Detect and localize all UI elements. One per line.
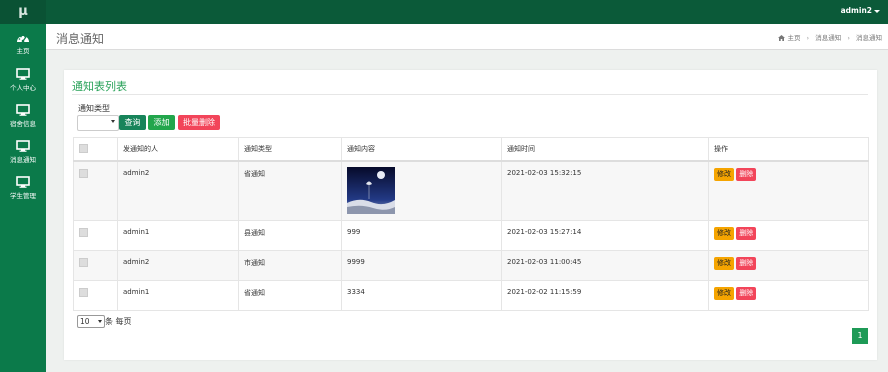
- monitor-icon: [16, 68, 30, 80]
- actions-cell: 修改 删除: [708, 160, 869, 221]
- page-button-current[interactable]: 1: [852, 328, 868, 344]
- breadcrumb-separator: ›: [806, 34, 810, 42]
- monitor-icon: [16, 104, 30, 116]
- column-header: 通知类型: [238, 137, 342, 162]
- chevron-down-icon: [111, 120, 115, 123]
- table-row: admin2 市通知 9999 2021-02-03 11:00:45 修改 删…: [73, 250, 869, 281]
- row-select-cell: [73, 220, 118, 251]
- delete-button[interactable]: 删除: [736, 168, 757, 181]
- time-cell: 2021-02-03 15:32:15: [501, 160, 709, 221]
- edit-button[interactable]: 修改: [714, 227, 734, 240]
- add-button[interactable]: 添加: [148, 115, 175, 130]
- monitor-icon: [16, 140, 30, 152]
- edit-button[interactable]: 修改: [714, 168, 734, 181]
- sender-cell: admin2: [117, 250, 239, 281]
- time-cell: 2021-02-02 11:15:59: [501, 280, 709, 311]
- table-row: admin2 省通知 2021-02-03 15:32:15 修改 删除: [73, 160, 869, 221]
- breadcrumb-separator: ›: [847, 34, 850, 42]
- sender-cell: admin1: [117, 220, 239, 251]
- page-size-label: 条 每页: [105, 317, 132, 326]
- row-select-cell: [73, 160, 118, 221]
- dashboard-icon: [17, 35, 29, 43]
- edit-button[interactable]: 修改: [714, 257, 734, 270]
- chevron-down-icon: [98, 320, 102, 323]
- sidebar-item-dorm[interactable]: 宿舍信息: [0, 98, 46, 132]
- row-checkbox[interactable]: [79, 169, 88, 178]
- sidebar-item-label: 消息通知: [10, 156, 36, 164]
- sidebar-item-label: 主页: [16, 47, 30, 55]
- sidebar-item-home[interactable]: 主页: [0, 26, 46, 60]
- column-header: 操作: [708, 137, 869, 162]
- user-name: admin2: [840, 6, 872, 15]
- row-checkbox[interactable]: [79, 258, 88, 267]
- sidebar-item-label: 学生管理: [10, 192, 36, 200]
- row-checkbox[interactable]: [79, 288, 88, 297]
- query-button[interactable]: 查询: [119, 115, 146, 130]
- table-header-row: 发通知的人 通知类型 通知内容 通知时间 操作: [73, 137, 869, 162]
- column-header: 发通知的人: [117, 137, 239, 162]
- type-cell: 省通知: [238, 280, 342, 311]
- divider: [72, 94, 868, 95]
- time-cell: 2021-02-03 11:00:45: [501, 250, 709, 281]
- sidebar-item-notices[interactable]: 消息通知: [0, 134, 46, 168]
- batch-delete-button[interactable]: 批量删除: [178, 115, 220, 130]
- page-size-value: 10: [80, 317, 90, 326]
- delete-button[interactable]: 删除: [736, 287, 757, 300]
- row-checkbox[interactable]: [79, 228, 88, 237]
- type-cell: 市通知: [238, 250, 342, 281]
- content-cell: 999: [341, 220, 502, 251]
- sidebar: 主页 个人中心 宿舍信息 消息通知 学生管理: [0, 24, 46, 372]
- row-select-cell: [73, 250, 118, 281]
- home-icon: [778, 35, 786, 41]
- type-cell: 县通知: [238, 220, 342, 251]
- time-cell: 2021-02-03 15:27:14: [501, 220, 709, 251]
- breadcrumb-current: 消息通知: [856, 34, 882, 42]
- type-cell: 省通知: [238, 160, 342, 221]
- sender-cell: admin2: [117, 160, 239, 221]
- page-size-select[interactable]: 10: [77, 315, 105, 328]
- breadcrumb-item[interactable]: 消息通知: [815, 34, 841, 42]
- notice-type-select[interactable]: [77, 115, 119, 131]
- actions-cell: 修改 删除: [708, 280, 869, 311]
- table-row: admin1 省通知 3334 2021-02-02 11:15:59 修改 删…: [73, 280, 869, 311]
- sidebar-item-profile[interactable]: 个人中心: [0, 62, 46, 96]
- filter-label: 通知类型: [78, 104, 110, 113]
- content-image: [347, 167, 395, 214]
- select-all-checkbox[interactable]: [79, 143, 88, 153]
- top-navbar: μ admin2: [0, 0, 888, 24]
- column-header: 通知内容: [341, 137, 502, 162]
- content-cell: [341, 160, 502, 221]
- notice-table: 发通知的人 通知类型 通知内容 通知时间 操作 admin2 省通知 2021-…: [73, 137, 869, 311]
- app-logo[interactable]: μ: [0, 0, 46, 24]
- sidebar-item-students[interactable]: 学生管理: [0, 170, 46, 204]
- caret-down-icon: [874, 9, 880, 13]
- page-title: 消息通知: [56, 32, 105, 46]
- sender-cell: admin1: [117, 280, 239, 311]
- card-title: 通知表列表: [72, 80, 127, 93]
- page-header: 消息通知 主页 › 消息通知 › 消息通知: [46, 24, 888, 50]
- sidebar-item-label: 宿舍信息: [10, 120, 36, 128]
- breadcrumb-home[interactable]: 主页: [787, 34, 800, 42]
- content-cell: 3334: [341, 280, 502, 311]
- row-select-cell: [73, 280, 118, 311]
- notice-list-card: 通知表列表 通知类型 查询 添加 批量删除 发通知的人 通知类型 通知内容 通知…: [64, 70, 877, 360]
- delete-button[interactable]: 删除: [736, 227, 757, 240]
- column-header: 通知时间: [501, 137, 709, 162]
- delete-button[interactable]: 删除: [736, 257, 757, 270]
- user-menu[interactable]: admin2: [841, 0, 880, 24]
- select-all-cell: [73, 137, 118, 162]
- actions-cell: 修改 删除: [708, 220, 869, 251]
- table-row: admin1 县通知 999 2021-02-03 15:27:14 修改 删除: [73, 220, 869, 251]
- monitor-icon: [16, 176, 30, 188]
- content-cell: 9999: [341, 250, 502, 281]
- edit-button[interactable]: 修改: [714, 287, 734, 300]
- breadcrumb: 主页 › 消息通知 › 消息通知: [778, 32, 882, 42]
- sidebar-item-label: 个人中心: [10, 84, 36, 92]
- actions-cell: 修改 删除: [708, 250, 869, 281]
